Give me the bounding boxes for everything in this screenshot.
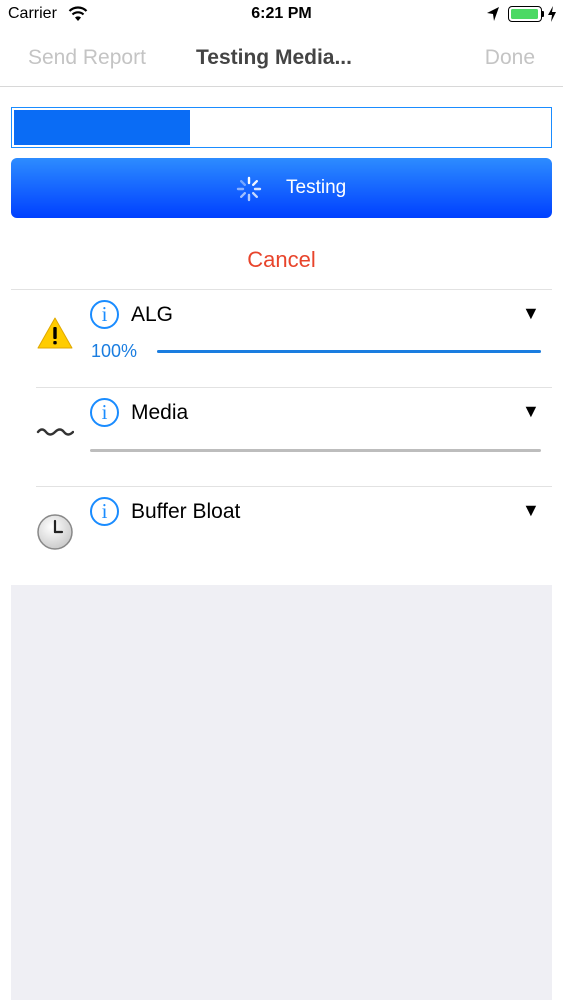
overall-progress-bar xyxy=(11,107,552,148)
section-buffer-bloat[interactable]: i Buffer Bloat ▼ xyxy=(0,487,563,585)
charging-bolt-icon xyxy=(547,6,557,27)
section-media[interactable]: i Media ▼ xyxy=(0,388,563,486)
alg-progress-fill xyxy=(157,350,541,353)
media-progress-track xyxy=(90,449,541,452)
done-button[interactable]: Done xyxy=(485,46,535,70)
status-bar: Carrier 6:21 PM xyxy=(0,0,563,30)
clock: 6:21 PM xyxy=(251,5,312,22)
clock-icon xyxy=(36,513,74,556)
info-icon[interactable]: i xyxy=(90,300,119,329)
info-icon[interactable]: i xyxy=(90,497,119,526)
alg-progress-track xyxy=(157,350,541,353)
disclosure-triangle-icon[interactable]: ▼ xyxy=(522,401,540,422)
page-title: Testing Media... xyxy=(196,46,352,69)
section-label: Media xyxy=(131,401,189,424)
testing-button-label: Testing xyxy=(286,177,347,198)
overall-progress-fill xyxy=(14,110,190,145)
results-area xyxy=(11,585,552,1000)
battery-fill xyxy=(511,9,538,19)
disclosure-triangle-icon[interactable]: ▼ xyxy=(522,303,540,324)
progress-percent: 100% xyxy=(91,341,138,361)
location-arrow-icon xyxy=(486,6,500,27)
battery-cap xyxy=(542,11,544,17)
info-icon[interactable]: i xyxy=(90,398,119,427)
section-alg[interactable]: i ALG ▼ 100% xyxy=(0,290,563,388)
section-label: Buffer Bloat xyxy=(131,500,241,523)
disclosure-triangle-icon[interactable]: ▼ xyxy=(522,500,540,521)
warning-icon xyxy=(36,316,74,355)
spinner-icon xyxy=(235,175,263,208)
section-label: ALG xyxy=(131,303,174,326)
battery-icon xyxy=(508,6,542,22)
cancel-button[interactable]: Cancel xyxy=(0,247,563,273)
testing-button[interactable]: Testing xyxy=(11,158,552,218)
nav-bar: Send Report Testing Media... Done xyxy=(0,30,563,87)
send-report-button[interactable]: Send Report xyxy=(28,46,146,70)
wave-icon xyxy=(36,426,75,445)
